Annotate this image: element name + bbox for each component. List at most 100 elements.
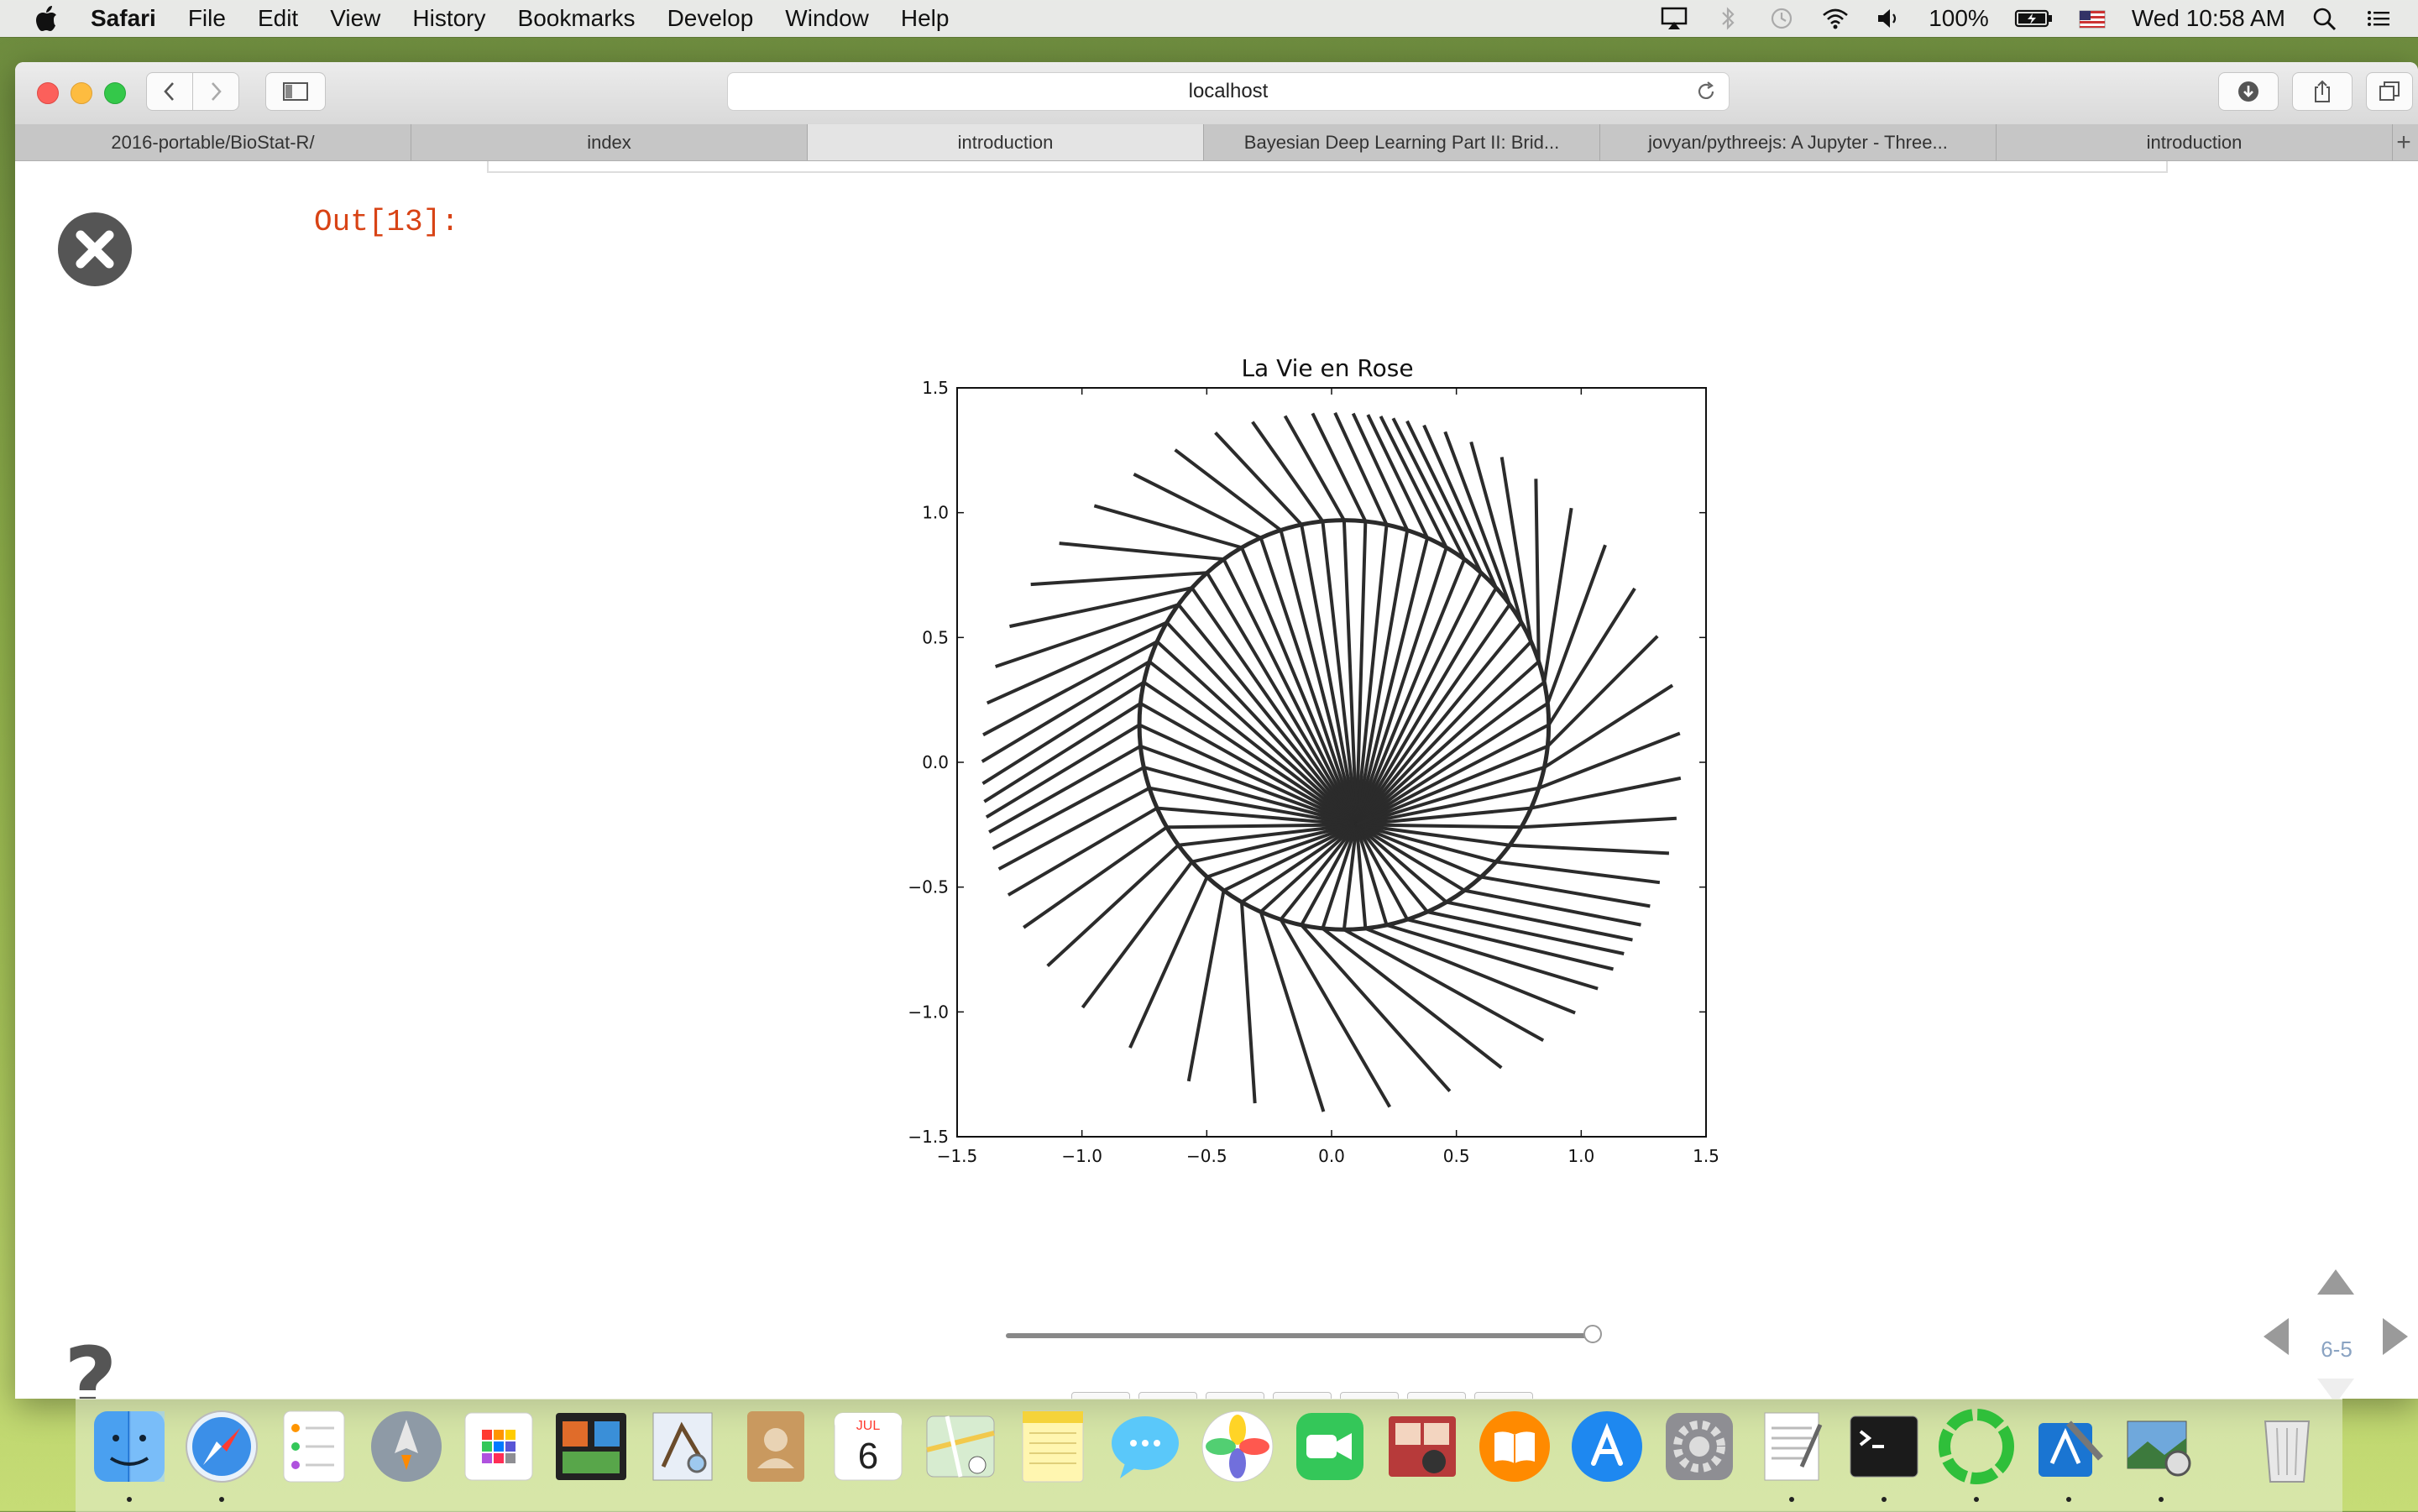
notes-icon[interactable] [1014, 1408, 1091, 1485]
menu-window[interactable]: Window [785, 5, 869, 32]
previous-cell-border [487, 161, 2168, 173]
tab-label: jovyan/pythreejs: A Jupyter - Three... [1648, 131, 1948, 153]
safari-window: localhost 2016-portable/BioStat-R/ index… [15, 62, 2418, 1399]
contacts-icon[interactable] [737, 1408, 814, 1485]
tab-index[interactable]: index [411, 124, 808, 160]
menu-history[interactable]: History [412, 5, 485, 32]
y-tick-label: −1.5 [908, 1127, 949, 1147]
nav-right-arrow-icon[interactable] [2383, 1318, 2408, 1355]
x-tick-label: 0.0 [1318, 1146, 1345, 1166]
reload-icon[interactable] [1695, 81, 1717, 102]
finder-icon[interactable] [91, 1408, 168, 1485]
tab-pythreejs[interactable]: jovyan/pythreejs: A Jupyter - Three... [1600, 124, 1997, 160]
tab-biostat[interactable]: 2016-portable/BioStat-R/ [15, 124, 411, 160]
x-tick-label: −1.5 [937, 1146, 978, 1166]
menu-edit[interactable]: Edit [258, 5, 298, 32]
activity-running-indicator [1974, 1497, 1979, 1502]
menu-file[interactable]: File [188, 5, 226, 32]
battery-icon[interactable] [2014, 6, 2053, 31]
minimize-window-button[interactable] [71, 82, 92, 104]
tab-introduction[interactable]: introduction [1997, 124, 2393, 160]
spotlight-search-icon[interactable] [2311, 6, 2339, 31]
time-machine-icon[interactable] [1767, 6, 1796, 31]
preview-icon[interactable] [645, 1408, 722, 1485]
dashboard-icon[interactable] [460, 1408, 537, 1485]
us-flag-icon[interactable] [2078, 6, 2107, 31]
nav-down-arrow-icon[interactable] [2317, 1379, 2354, 1399]
menu-develop[interactable]: Develop [667, 5, 754, 32]
safari-running-indicator [219, 1497, 224, 1502]
messages-icon[interactable] [1107, 1408, 1184, 1485]
chevron-left-icon [164, 82, 174, 101]
tab-label: 2016-portable/BioStat-R/ [111, 131, 315, 153]
tab-bayesian-deep-learning[interactable]: Bayesian Deep Learning Part II: Brid... [1204, 124, 1600, 160]
calendar-icon[interactable]: JUL 6 [830, 1408, 907, 1485]
close-window-button[interactable] [37, 82, 59, 104]
back-button[interactable] [146, 72, 193, 111]
dock: JUL 6 [76, 1399, 2342, 1512]
trash-icon[interactable] [2248, 1408, 2326, 1485]
bluetooth-icon[interactable] [1714, 6, 1742, 31]
animation-slider-handle[interactable] [1583, 1325, 1602, 1343]
last-frame-button[interactable]: ⏭ [1474, 1392, 1533, 1399]
system-preferences-icon[interactable] [1661, 1408, 1738, 1485]
reminders-icon[interactable] [275, 1408, 353, 1485]
animation-slider[interactable] [1006, 1333, 1599, 1338]
rose-line [1279, 824, 1392, 1108]
first-frame-button[interactable]: ⏮ [1071, 1392, 1130, 1399]
play-reverse-button[interactable]: ◀ [1206, 1392, 1264, 1399]
volume-icon[interactable] [1875, 6, 1903, 31]
pause-button[interactable]: ❚❚ [1273, 1392, 1332, 1399]
menu-app-name[interactable]: Safari [91, 5, 156, 32]
menu-view[interactable]: View [330, 5, 380, 32]
address-text[interactable]: localhost [1189, 80, 1269, 103]
x-tick-label: 0.5 [1443, 1146, 1470, 1166]
menubar-clock[interactable]: Wed 10:58 AM [2132, 5, 2285, 32]
facetime-icon[interactable] [1291, 1408, 1369, 1485]
show-all-tabs-button[interactable] [2366, 72, 2413, 111]
terminal-icon[interactable] [1845, 1408, 1923, 1485]
tab-label: index [587, 131, 631, 153]
nav-up-arrow-icon[interactable] [2317, 1269, 2354, 1295]
maps-icon[interactable] [922, 1408, 999, 1485]
close-slide-icon[interactable] [57, 212, 133, 287]
tab-label: introduction [2146, 131, 2243, 153]
battery-percent: 100% [1929, 5, 1989, 31]
download-icon [2238, 81, 2258, 102]
play-button[interactable]: ▶ [1340, 1392, 1399, 1399]
notification-center-icon[interactable] [2364, 6, 2393, 31]
menu-help[interactable]: Help [901, 5, 950, 32]
share-button[interactable] [2292, 72, 2353, 111]
calendar-month: JUL [856, 1419, 881, 1433]
photo-booth-icon[interactable] [552, 1408, 630, 1485]
zoom-window-button[interactable] [104, 82, 126, 104]
textedit-running-indicator [1789, 1497, 1794, 1502]
downloads-button[interactable] [2218, 72, 2279, 111]
y-tick-label: 1.5 [922, 378, 949, 398]
app-store-icon[interactable] [1568, 1408, 1646, 1485]
previous-frame-button[interactable]: ⏴ [1138, 1392, 1197, 1399]
address-bar[interactable]: localhost [727, 72, 1730, 111]
xcode-icon[interactable] [2030, 1408, 2107, 1485]
airplay-icon[interactable] [1660, 6, 1688, 31]
help-icon[interactable]: ? [64, 1335, 118, 1399]
apple-menu-icon[interactable] [34, 4, 59, 33]
safari-icon[interactable] [183, 1408, 260, 1485]
wifi-icon[interactable] [1821, 6, 1850, 31]
tab-label: Bayesian Deep Learning Part II: Brid... [1243, 131, 1560, 153]
activity-icon[interactable] [1938, 1408, 2015, 1485]
textedit-icon[interactable] [1753, 1408, 1830, 1485]
x-tick-label: 1.0 [1568, 1146, 1594, 1166]
launchpad-icon[interactable] [368, 1408, 445, 1485]
forward-button[interactable] [192, 72, 239, 111]
next-frame-button[interactable]: ⏵ [1407, 1392, 1466, 1399]
sidebar-toggle-button[interactable] [265, 72, 326, 111]
new-tab-button[interactable]: + [2393, 124, 2415, 160]
tab-introduction-active[interactable]: introduction [808, 124, 1204, 160]
menu-bookmarks[interactable]: Bookmarks [518, 5, 636, 32]
ibooks-icon[interactable] [1476, 1408, 1553, 1485]
nav-left-arrow-icon[interactable] [2264, 1318, 2289, 1355]
photo-slideshow-icon[interactable] [1384, 1408, 1461, 1485]
photos-icon[interactable] [1199, 1408, 1276, 1485]
image-capture-icon[interactable] [2122, 1408, 2200, 1485]
